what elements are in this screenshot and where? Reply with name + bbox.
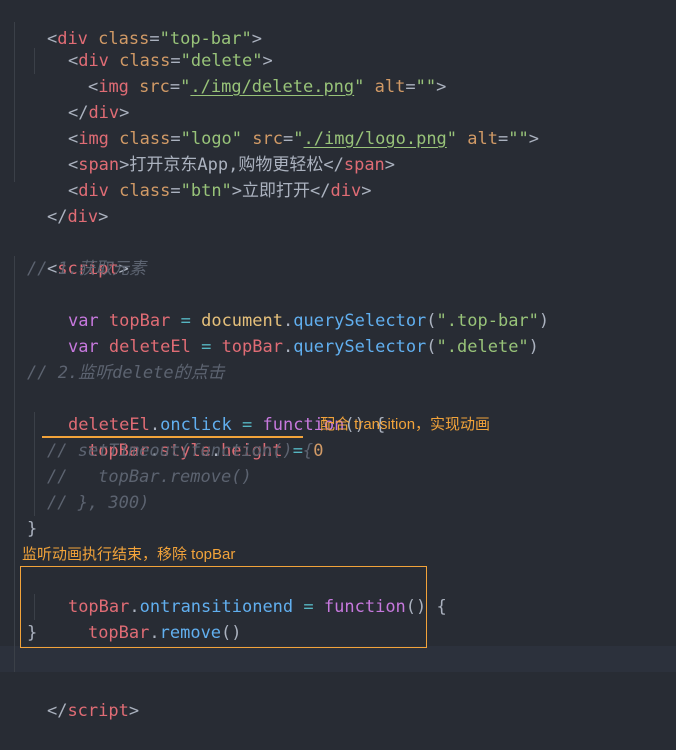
code-line-24: topBar.remove()	[47, 594, 242, 643]
token: >	[528, 129, 539, 149]
token: (	[426, 337, 437, 357]
token: topBar	[87, 623, 150, 643]
code-line-27: </script>	[6, 672, 139, 721]
token: ()	[405, 597, 427, 617]
token: src	[139, 77, 170, 97]
code-line-25: }	[27, 623, 38, 643]
token: =	[169, 77, 181, 97]
token: >	[361, 181, 372, 201]
token: 0	[313, 441, 324, 461]
token: >	[231, 181, 243, 201]
token: =	[405, 77, 416, 97]
token: topBar	[221, 337, 283, 357]
code-editor[interactable]: <div class="top-bar"> <div class="delete…	[0, 0, 676, 721]
token: )	[538, 311, 550, 331]
code-line-7: <div class="btn">立即打开</div>	[27, 152, 372, 201]
token: alt	[467, 129, 499, 149]
code-comment: // }, 300)	[47, 493, 150, 513]
code-line-16: deleteEl.onclick = function() {	[27, 386, 385, 435]
token: </	[46, 701, 68, 721]
token: =	[170, 181, 181, 201]
code-line-2: <div class="delete">	[27, 22, 273, 71]
code-line-12: var topBar = document.querySelector(".to…	[27, 282, 549, 331]
token: remove	[159, 623, 222, 643]
code-line-17: topBar.style.height = 0	[47, 412, 324, 461]
token: var	[67, 337, 99, 357]
code-comment: // 2.监听delete的点击	[27, 363, 225, 383]
code-line-23: topBar.ontransitionend = function() {	[27, 568, 447, 617]
code-line-5: <img class="logo" src="./img/logo.png" a…	[27, 100, 539, 149]
annotation-transitionend: 监听动画执行结束，移除 topBar	[22, 546, 236, 563]
token: script	[67, 701, 129, 721]
code-line-21: }	[27, 519, 38, 539]
token: 立即打开	[242, 181, 311, 201]
code-line-8: </div>	[6, 178, 108, 227]
token: "btn"	[180, 181, 232, 201]
code-comment: // setTimeout(function() {	[47, 441, 314, 461]
token: "	[180, 77, 191, 97]
current-line-highlight	[0, 646, 676, 672]
token: class	[119, 181, 171, 201]
token: </	[46, 207, 68, 227]
token: querySelector	[293, 337, 427, 357]
code-comment: // 1.获取元素	[27, 259, 147, 279]
file-path-link[interactable]: ./img/delete.png	[190, 77, 354, 97]
token: >	[384, 155, 396, 175]
token: "	[354, 77, 365, 97]
code-line-6: <span>打开京东App,购物更轻松</span>	[27, 126, 395, 175]
token: div	[330, 181, 362, 201]
token: =	[303, 597, 314, 617]
token: >	[436, 77, 447, 97]
annotation-transition: 配合 transition，实现动画	[320, 416, 491, 433]
token: ""	[415, 77, 437, 97]
code-line-10: <script>	[6, 230, 129, 279]
token: ".delete"	[436, 337, 529, 357]
code-line-13: var deleteEl = topBar.querySelector(".de…	[27, 308, 539, 357]
indent-guide	[14, 256, 15, 672]
token: </	[310, 181, 331, 201]
token: >	[128, 701, 140, 721]
token: {	[436, 597, 447, 617]
token: =	[498, 129, 509, 149]
token: .	[282, 337, 294, 357]
token: ()	[221, 623, 242, 643]
code-line-3: <img src="./img/delete.png" alt="">	[47, 48, 446, 97]
code-line-4: </div>	[27, 74, 129, 123]
token: div	[67, 207, 99, 227]
token: deleteEl	[108, 337, 191, 357]
token: >	[98, 207, 109, 227]
token: .	[149, 623, 160, 643]
token: "	[446, 129, 458, 149]
token: )	[528, 337, 539, 357]
token: =	[201, 337, 212, 357]
token: ""	[508, 129, 529, 149]
token: function	[323, 597, 406, 617]
code-comment: // topBar.remove()	[47, 467, 252, 487]
token: alt	[374, 77, 406, 97]
